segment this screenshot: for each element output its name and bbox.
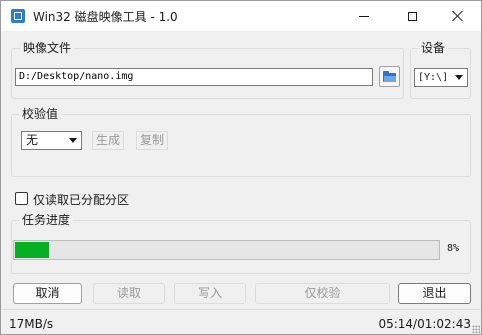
chevron-down-icon[interactable] [455, 75, 463, 80]
progress-bar-fill [15, 242, 49, 258]
status-bar-divider [1, 309, 481, 310]
progress-percent: 8% [447, 243, 460, 254]
device-select-value: [Y:\] [418, 72, 449, 83]
folder-icon-front [384, 76, 396, 82]
title-bar[interactable]: Win32 磁盘映像工具 - 1.0 [1, 1, 481, 31]
hash-group-label: 校验值 [19, 107, 62, 121]
generate-hash-button[interactable]: 生成 [92, 131, 124, 150]
verify-only-button[interactable]: 仅校验 [255, 283, 390, 304]
cancel-button[interactable]: 取消 [13, 283, 82, 304]
browse-button[interactable] [379, 66, 400, 87]
chevron-down-icon[interactable] [69, 138, 77, 143]
progress-bar [13, 240, 440, 260]
close-icon [452, 10, 464, 22]
maximize-button[interactable] [389, 1, 435, 31]
minimize-button[interactable] [341, 1, 387, 31]
read-only-allocated-checkbox[interactable] [15, 192, 28, 205]
app-icon [11, 9, 25, 23]
image-file-group-label: 映像文件 [20, 41, 75, 55]
main-window: Win32 磁盘映像工具 - 1.0 映像文件 D:/Desktop/nano.… [0, 0, 482, 335]
maximize-icon [407, 11, 417, 21]
device-group-label: 设备 [418, 41, 449, 55]
exit-button[interactable]: 退出 [398, 283, 471, 304]
copy-hash-button[interactable]: 复制 [136, 131, 168, 150]
read-only-allocated-label[interactable]: 仅读取已分配分区 [33, 191, 129, 208]
close-button[interactable] [435, 1, 481, 31]
window-title: Win32 磁盘映像工具 - 1.0 [33, 10, 178, 24]
write-button[interactable]: 写入 [174, 283, 246, 304]
resize-grip-icon[interactable] [472, 325, 480, 333]
status-speed: 17MB/s [9, 317, 54, 331]
image-file-path-input[interactable]: D:/Desktop/nano.img [15, 68, 373, 86]
progress-group-label: 任务进度 [19, 213, 74, 227]
hash-type-value: 无 [26, 133, 39, 147]
status-time: 05:14/01:02:43 [378, 317, 471, 331]
read-button[interactable]: 读取 [93, 283, 165, 304]
minimize-icon [359, 15, 369, 17]
